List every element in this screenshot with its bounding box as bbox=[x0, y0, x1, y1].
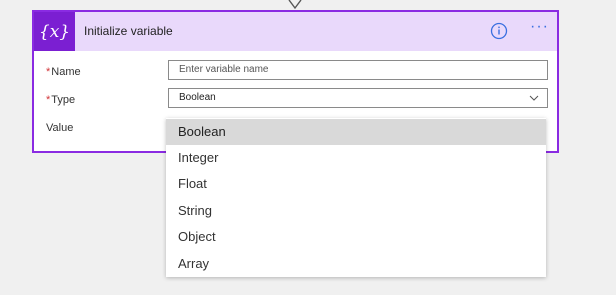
chevron-down-icon bbox=[529, 95, 539, 101]
card-header[interactable]: {x} Initialize variable ··· bbox=[34, 12, 557, 51]
more-options-icon[interactable]: ··· bbox=[530, 18, 549, 36]
option-boolean[interactable]: Boolean bbox=[166, 119, 546, 145]
type-dropdown-list: Boolean Integer Float String Object Arra… bbox=[166, 118, 546, 277]
option-object[interactable]: Object bbox=[166, 224, 546, 250]
type-label: *Type bbox=[46, 94, 76, 106]
option-array[interactable]: Array bbox=[166, 251, 546, 277]
type-select-value: Boolean bbox=[179, 92, 216, 103]
option-string[interactable]: String bbox=[166, 198, 546, 224]
type-select[interactable]: Boolean bbox=[168, 88, 548, 108]
name-label: *Name bbox=[46, 66, 81, 78]
name-input[interactable]: Enter variable name bbox=[168, 60, 548, 80]
card-title: Initialize variable bbox=[84, 24, 173, 38]
value-label: Value bbox=[46, 122, 74, 134]
option-float[interactable]: Float bbox=[166, 171, 546, 197]
option-integer[interactable]: Integer bbox=[166, 145, 546, 171]
info-icon[interactable] bbox=[490, 22, 508, 40]
variable-icon: {x} bbox=[34, 12, 75, 51]
